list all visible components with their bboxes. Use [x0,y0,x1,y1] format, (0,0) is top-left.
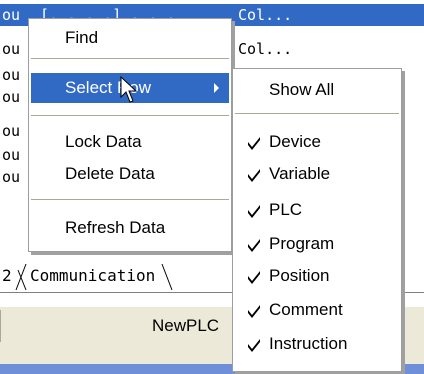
menu-item-label: Delete Data [65,164,155,183]
row-cell: Col... [238,6,293,24]
submenu-item-variable[interactable]: Variable [235,159,399,189]
tab-separator-icon [15,263,27,291]
checkmark-icon [248,339,260,352]
mouse-pointer-icon [120,76,138,103]
submenu-item-label: PLC [269,200,303,219]
submenu-item-label: Variable [269,164,331,183]
submenu-item-instruction[interactable]: Instruction [235,329,399,359]
submenu-item-position[interactable]: Position [235,261,399,291]
tab-communication[interactable]: Communication [30,262,155,290]
row-cell: ou [2,122,21,140]
submenu-item-plc[interactable]: PLC [235,195,399,225]
submenu-item-comment[interactable]: Comment [235,295,399,325]
submenu-item-label: Position [269,266,330,285]
menu-separator [235,113,399,114]
menu-item-delete-data[interactable]: Delete Data [31,159,229,189]
tab-partial[interactable]: 2 [2,262,12,290]
menu-item-label: Select Row [65,78,151,97]
menu-item-label: Lock Data [65,132,142,151]
row-cell: ou [2,6,21,24]
row-cell: ou [2,168,21,186]
submenu-item-device[interactable]: Device [235,127,399,157]
context-menu: Find Select Row Lock Data Delete Data Re… [28,18,232,252]
checkmark-icon [248,239,260,252]
checkmark-icon [248,205,260,218]
status-plc-name: NewPLC [152,316,220,335]
row-cell: ou [2,66,21,84]
submenu-item-label: Instruction [269,334,348,353]
menu-separator [31,115,229,116]
submenu-item-label: Program [269,234,335,253]
submenu-item-label: Show All [269,80,335,99]
submenu-item-program[interactable]: Program [235,229,399,259]
menu-item-label: Refresh Data [65,218,166,237]
row-cell: ou [2,88,21,106]
submenu-item-label: Device [269,132,321,151]
row-cell: ou [2,40,21,58]
menu-separator [31,58,229,59]
checkmark-icon [248,271,260,284]
tab-separator-icon [161,263,173,291]
row-cell: ou [2,146,21,164]
checkmark-icon [248,137,260,150]
checkmark-icon [248,305,260,318]
submenu-arrow-icon [214,83,219,93]
menu-item-lock-data[interactable]: Lock Data [31,127,229,157]
menu-item-find[interactable]: Find [31,23,229,53]
menu-item-refresh-data[interactable]: Refresh Data [31,213,229,243]
row-cell: Col... [238,40,293,58]
menu-separator [31,199,229,200]
submenu-item-label: Comment [269,300,343,319]
menu-item-label: Find [65,28,99,47]
select-row-submenu: Show All Device Variable PLC Program Pos… [232,68,402,372]
checkmark-icon [248,169,260,182]
submenu-item-show-all[interactable]: Show All [235,75,399,105]
status-separator [0,310,1,342]
